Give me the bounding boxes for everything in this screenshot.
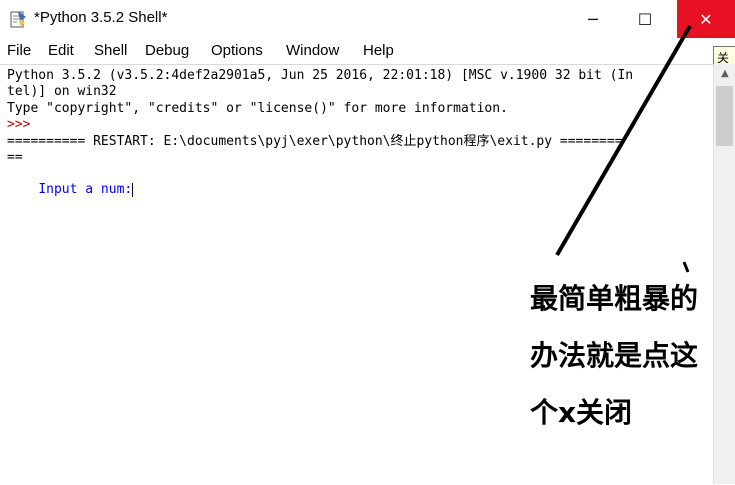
annotation-line: 办法就是点这 bbox=[530, 339, 699, 372]
annotation-line: 个x关闭 bbox=[530, 396, 633, 429]
annotation-text: 最简单粗暴的 办法就是点这 个x关闭 bbox=[530, 270, 698, 441]
annotation-line: 最简单粗暴的 bbox=[530, 282, 699, 315]
